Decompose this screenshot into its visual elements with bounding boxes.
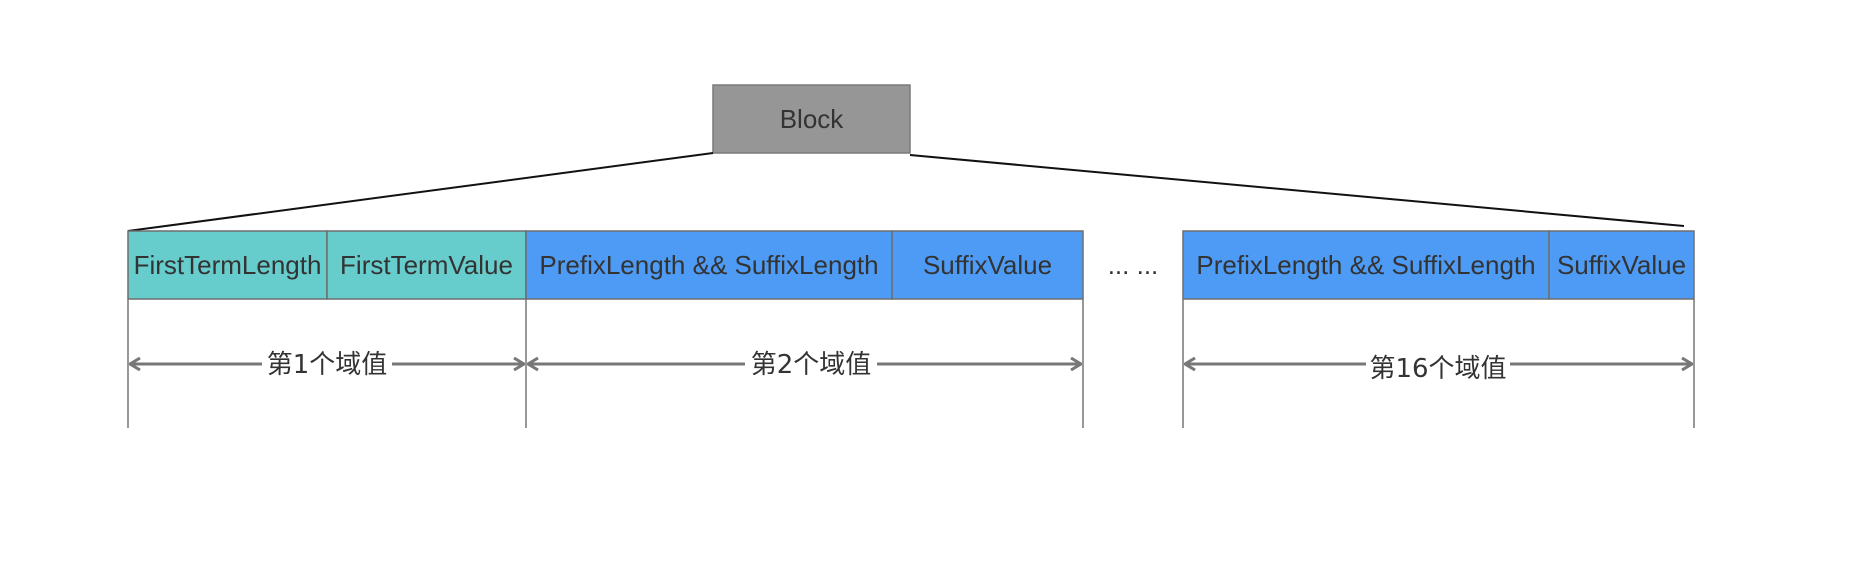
field-1-span: 第1个域值 — [130, 350, 524, 380]
cell-prefix-suffix-length-2-label: PrefixLength && SuffixLength — [539, 250, 878, 280]
field-16-label: 第16个域值 — [1369, 354, 1506, 384]
ellipsis: ... ... — [1108, 250, 1159, 280]
cell-suffix-value-2-label: SuffixValue — [923, 250, 1052, 280]
cell-first-term-length-label: FirstTermLength — [134, 250, 322, 280]
field-16-span: 第16个域值 — [1185, 354, 1692, 384]
cell-first-term-value-label: FirstTermValue — [340, 250, 513, 280]
record-row: FirstTermLength FirstTermValue PrefixLen… — [127, 230, 1695, 300]
expand-line-left — [127, 152, 714, 232]
cell-prefix-suffix-length-16-label: PrefixLength && SuffixLength — [1196, 250, 1535, 280]
block-node: Block — [712, 84, 911, 154]
field-2-label: 第2个域值 — [751, 350, 872, 380]
expand-line-right — [909, 154, 1685, 227]
field-2-span: 第2个域值 — [528, 350, 1081, 380]
block-label: Block — [780, 104, 845, 134]
cell-suffix-value-16-label: SuffixValue — [1557, 250, 1686, 280]
field-1-label: 第1个域值 — [267, 350, 388, 380]
block-structure-diagram: Block FirstTermLength FirstTermValue Pre… — [127, 84, 1695, 428]
